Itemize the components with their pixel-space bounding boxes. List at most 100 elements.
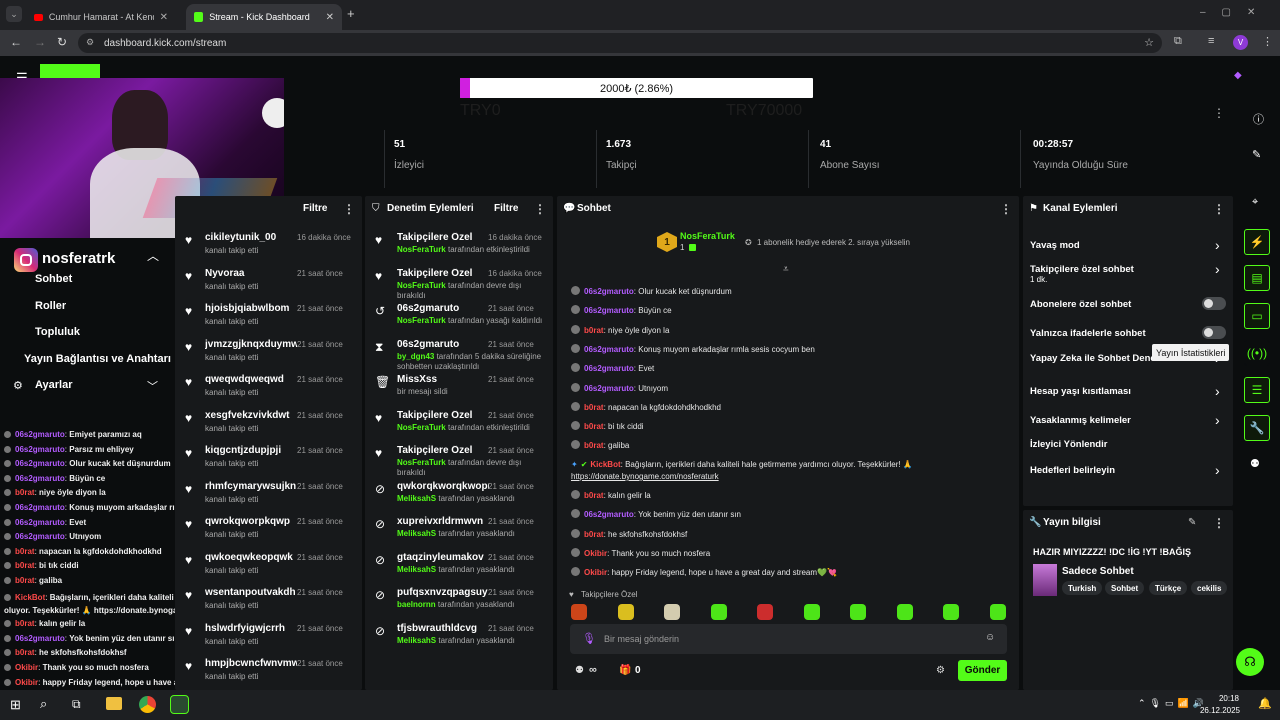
app-icon[interactable] (170, 695, 189, 714)
follower-name[interactable]: qweqwdqweqwd (205, 374, 297, 385)
media-icon[interactable]: ≡ (1208, 35, 1214, 47)
list-item[interactable]: ♥ qwkoeqwkeopqwk kanalı takip etti 21 saat … (175, 548, 362, 583)
chevron-right-icon[interactable]: › (1215, 383, 1220, 399)
focus-icon[interactable]: ⌖ (1252, 196, 1258, 209)
send-button[interactable]: Gönder (958, 660, 1007, 681)
windows-start-icon[interactable]: ⊞ (10, 697, 21, 713)
support-headset-icon[interactable]: ☊ (1236, 648, 1264, 676)
chevron-right-icon[interactable]: › (1215, 237, 1220, 253)
emote-icon[interactable] (989, 604, 1006, 620)
mod-actor[interactable]: by_dgn43 (397, 352, 434, 361)
chat-username[interactable]: b0rat (584, 441, 604, 450)
extensions-icon[interactable]: ⧉ (1174, 35, 1182, 48)
mod-actor[interactable]: NosFeraTurk (397, 245, 446, 254)
list-item[interactable]: ♥ kiqgcntjzdupjpji kanalı takip etti 21 saa… (175, 441, 362, 476)
list-item[interactable]: ♥ cikileytunik_00 kanalı takip etti 16 daki… (175, 228, 362, 263)
mod-actor[interactable]: MeliksahS (397, 565, 436, 574)
chat-more-icon[interactable]: ⋮ (1000, 202, 1012, 216)
follower-name[interactable]: jvmzzgjknqxduymw (205, 339, 297, 350)
chevron-right-icon[interactable]: › (1215, 261, 1220, 277)
chat-username[interactable]: b0rat (584, 422, 604, 431)
tag-chip[interactable]: cekilis (1191, 581, 1227, 595)
emoji-icon[interactable]: ☺ (985, 632, 995, 643)
window-controls[interactable]: –▢✕ (1200, 7, 1271, 18)
menu-icon[interactable]: ⋮ (1262, 35, 1273, 48)
tag-chip[interactable]: Türkçe (1149, 581, 1188, 595)
category-thumbnail[interactable] (1033, 564, 1057, 596)
follower-name[interactable]: qwrokqworpkqwp (205, 516, 297, 527)
gift-box-icon[interactable]: 🎁 (619, 665, 631, 676)
list-item[interactable]: ♥ hslwdrfyigwjcrrh kanalı takip etti 21 saa… (175, 619, 362, 654)
search-icon[interactable]: ⌕ (40, 696, 47, 712)
emote-icon[interactable] (664, 604, 680, 620)
toggle-switch[interactable] (1202, 297, 1226, 310)
channel-action-item[interactable]: Yasaklanmış kelimeler › (1023, 412, 1233, 437)
follower-name[interactable]: rhmfcymarywsujkn (205, 481, 297, 492)
chat-username[interactable]: 06s2gmaruto (584, 364, 634, 373)
tag-chip[interactable]: Sohbet (1105, 581, 1145, 595)
collapse-icon[interactable]: ⩡ (783, 264, 789, 275)
nav-item-settings[interactable]: Ayarlar (35, 379, 73, 391)
follower-name[interactable]: hmpjbcwncfwnvmwx (205, 658, 297, 669)
mod-actor[interactable]: baelnornn (397, 600, 436, 609)
close-icon[interactable]: ✕ (326, 12, 334, 23)
edit-icon[interactable]: ✎ (1188, 517, 1196, 528)
nav-item-stream-key[interactable]: Yayın Bağlantısı ve Anahtarı (24, 353, 171, 365)
mod-actor[interactable]: NosFeraTurk (397, 281, 446, 290)
list-item[interactable]: ♥ jvmzzgjknqxduymw kanalı takip etti 21 saa… (175, 335, 362, 370)
chat-username[interactable]: b0rat (584, 530, 604, 539)
channel-action-item[interactable]: Hedefleri belirleyin › (1023, 462, 1233, 487)
nav-item-roles[interactable]: Roller (35, 300, 66, 312)
mic-icon[interactable]: 🎙 (582, 632, 596, 645)
mod-target[interactable]: Takipçilere Özel (397, 410, 489, 421)
follower-name[interactable]: hslwdrfyigwjcrrh (205, 623, 297, 634)
mod-target[interactable]: 06s2gmaruto (397, 303, 489, 314)
follower-name[interactable]: kiqgcntjzdupjpji (205, 445, 297, 456)
chat-username[interactable]: 06s2gmaruto (584, 345, 634, 354)
chat-username[interactable]: KickBot (590, 460, 620, 469)
mod-target[interactable]: qwkorqkworqkwopr (397, 481, 489, 492)
chat-username[interactable]: 06s2gmaruto (584, 287, 634, 296)
chat-username[interactable]: b0rat (584, 403, 604, 412)
share-icon[interactable]: ⚉ (1250, 457, 1260, 470)
channel-action-item[interactable]: Hesap yaşı kısıtlaması › (1023, 383, 1233, 408)
emote-icon[interactable] (850, 604, 866, 620)
list-item[interactable]: ♥ Nyvoraa kanalı takip etti 21 saat önce (175, 264, 362, 299)
chat-username[interactable]: 06s2gmaruto (584, 384, 634, 393)
lightning-icon[interactable]: ⚡ (1244, 229, 1270, 255)
stream-info-more-icon[interactable]: ⋮ (1213, 516, 1225, 530)
chat-username[interactable]: b0rat (584, 491, 604, 500)
emote-icon[interactable] (617, 604, 634, 620)
channel-action-item[interactable]: Abonelere özel sohbet (1023, 297, 1233, 321)
url-input[interactable]: ⚙ dashboard.kick.com/stream ☆ (78, 33, 1162, 53)
chat-icon[interactable]: ▭ (1244, 303, 1270, 329)
mod-target[interactable]: xupreivxrldrmwvn (397, 516, 489, 527)
chrome-icon[interactable] (139, 696, 156, 713)
back-icon[interactable]: ← (10, 35, 22, 49)
emote-icon[interactable] (571, 604, 587, 620)
emote-icon[interactable] (896, 604, 913, 620)
mod-target[interactable]: tfjsbwrauthldcvg (397, 623, 489, 634)
moderation-filter-button[interactable]: Filtre (494, 203, 518, 214)
list-item[interactable]: ♥ hmpjbcwncfwnvmwx kanalı takip etti 21 saa… (175, 654, 362, 689)
emote-icon[interactable] (943, 604, 959, 620)
mod-target[interactable]: 06s2gmaruto (397, 339, 489, 350)
list-item[interactable]: ♥ rhmfcymarywsujkn kanalı takip etti 21 saa… (175, 477, 362, 512)
chevron-down-icon[interactable]: ﹀ (147, 378, 158, 394)
list-item[interactable]: ♥ qwrokqworpkqwp kanalı takip etti 21 saat … (175, 512, 362, 547)
chevron-right-icon[interactable]: › (1215, 412, 1220, 428)
follower-name[interactable]: Nyvoraa (205, 268, 297, 279)
tab-youtube[interactable]: Cumhur Hamarat - At Kendini D ✕ (26, 4, 176, 30)
list-item[interactable]: ♥ hjoisbjqiabwlbom kanalı takip etti 21 saa… (175, 299, 362, 334)
moderation-more-icon[interactable]: ⋮ (534, 202, 546, 216)
pencil-icon[interactable]: ✎ (1252, 148, 1261, 161)
list-item[interactable]: ♥ wsentanpoutvakdh kanalı takip etti 21 saa… (175, 583, 362, 618)
chat-input[interactable]: 🎙 Bir mesaj gönderin ☺ (570, 624, 1007, 654)
follower-name[interactable]: qwkoeqwkeopqwk (205, 552, 297, 563)
notes-icon[interactable]: ▤ (1244, 265, 1270, 291)
task-view-icon[interactable]: ⧉ (72, 697, 81, 712)
mod-actor[interactable]: NosFeraTurk (397, 423, 446, 432)
follower-name[interactable]: cikileytunik_00 (205, 232, 297, 243)
chevron-up-icon[interactable]: ︿ (147, 247, 159, 264)
chat-username[interactable]: b0rat (584, 326, 604, 335)
